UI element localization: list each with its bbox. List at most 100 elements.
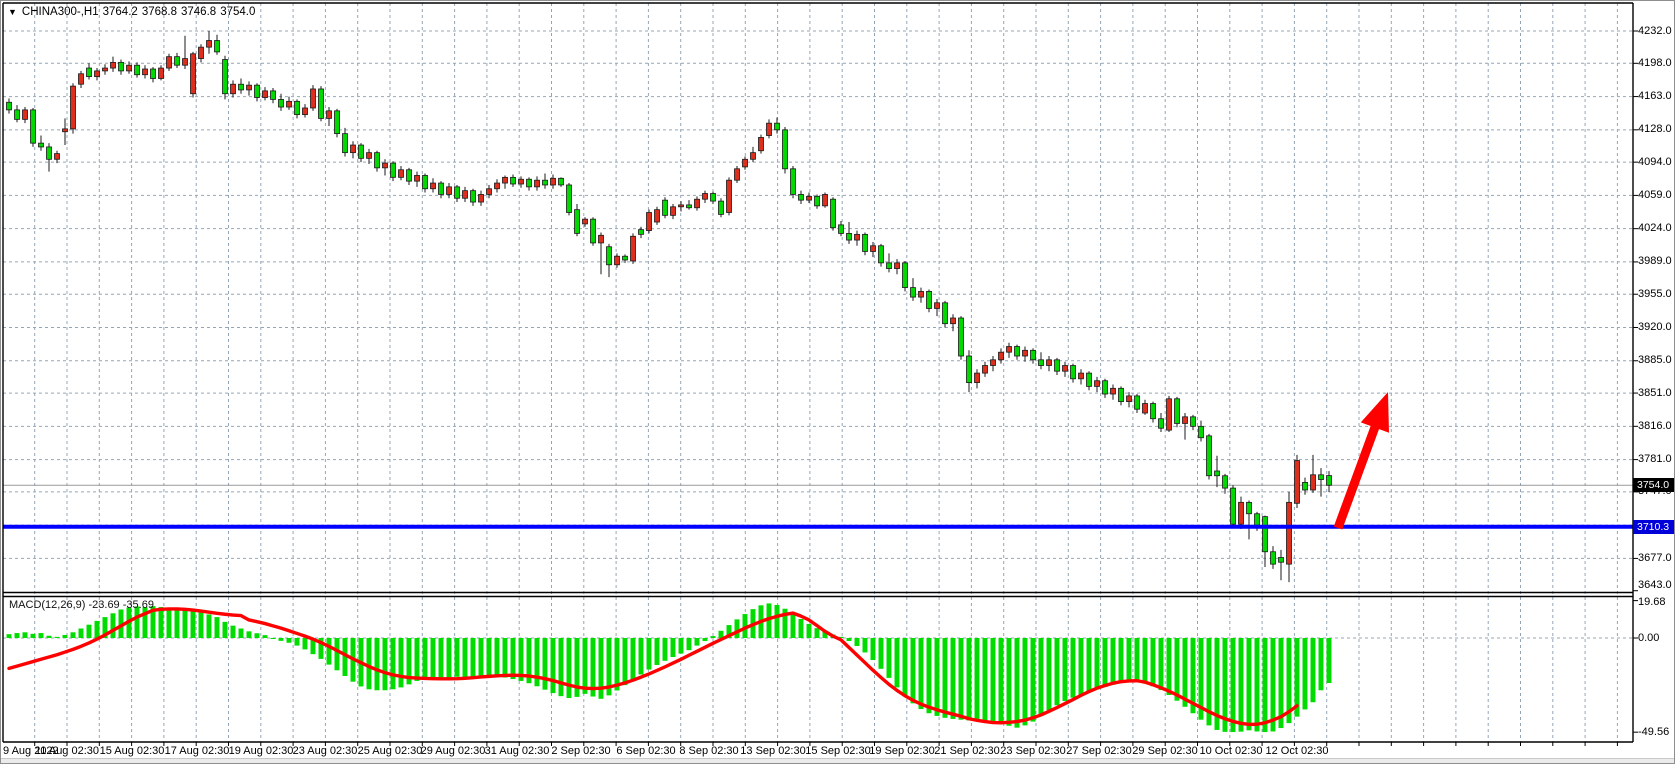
chart-title: ▼CHINA300-,H13764.23768.83746.83754.0 (8, 6, 259, 18)
bear-candle (959, 318, 964, 356)
bear-candle (151, 69, 156, 79)
macd-bar (615, 638, 620, 690)
macd-bar (1055, 638, 1060, 705)
bear-candle (1207, 436, 1212, 476)
macd-bar (1023, 638, 1028, 725)
macd-bar (463, 638, 468, 678)
macd-bar (503, 638, 508, 678)
symbol-period-label: CHINA300-,H1 (22, 6, 99, 18)
bear-candle (799, 194, 804, 200)
macd-bar (895, 638, 900, 687)
bear-candle (1159, 419, 1164, 429)
macd-bar (455, 638, 460, 677)
ohlc-close: 3754.0 (220, 6, 255, 18)
macd-bar (79, 629, 84, 639)
bull-candle (1295, 461, 1300, 504)
bear-candle (967, 356, 972, 383)
macd-bar (23, 632, 28, 638)
macd-bar (431, 638, 436, 678)
bear-candle (39, 143, 44, 147)
bear-candle (1087, 373, 1092, 386)
bull-candle (79, 74, 84, 84)
macd-bar (559, 638, 564, 696)
macd-bar (775, 605, 780, 638)
bear-candle (215, 41, 220, 52)
bull-candle (287, 101, 292, 107)
bull-candle (487, 189, 492, 195)
macd-bar (159, 607, 164, 638)
macd-bar (543, 638, 548, 690)
macd-bar (791, 614, 796, 638)
bear-candle (423, 175, 428, 188)
macd-bar (967, 638, 972, 720)
macd-bar (15, 633, 20, 638)
macd-bar (1079, 638, 1084, 695)
bear-candle (511, 177, 516, 184)
bear-candle (1215, 471, 1220, 476)
macd-bar (167, 608, 172, 638)
mt4-chart-window: ▼CHINA300-,H13764.23768.83746.83754.0 MA… (0, 0, 1675, 764)
macd-bar (815, 628, 820, 638)
macd-bar (871, 638, 876, 660)
bear-candle (1191, 417, 1196, 427)
symbol-dropdown-icon[interactable]: ▼ (8, 7, 17, 17)
bear-candle (391, 163, 396, 177)
bear-candle (1199, 426, 1204, 437)
chart-canvas[interactable] (1, 1, 1675, 764)
bear-candle (719, 201, 724, 214)
macd-bar (687, 638, 692, 650)
trend-arrow[interactable] (1338, 392, 1389, 528)
macd-bar (55, 637, 60, 638)
bear-candle (255, 85, 260, 97)
bull-candle (655, 210, 660, 222)
macd-bar (959, 638, 964, 720)
macd-bar (63, 635, 68, 638)
macd-bar (623, 638, 628, 685)
bear-candle (903, 263, 908, 288)
bear-candle (295, 101, 300, 114)
bear-candle (1319, 475, 1324, 480)
macd-bar (1063, 638, 1068, 701)
macd-bar (991, 638, 996, 722)
macd-bar (1015, 638, 1020, 728)
bear-candle (847, 233, 852, 240)
macd-bar (1175, 638, 1180, 701)
bear-candle (1031, 350, 1036, 360)
macd-bar (415, 638, 420, 681)
bear-candle (335, 111, 340, 134)
macd-bar (847, 638, 852, 641)
bull-candle (1007, 346, 1012, 352)
bear-candle (15, 110, 20, 120)
bear-candle (439, 183, 444, 194)
bull-candle (727, 180, 732, 212)
bear-candle (87, 68, 92, 77)
macd-bar (495, 638, 500, 676)
macd-bar (1143, 638, 1148, 684)
macd-bar (975, 638, 980, 720)
bull-candle (807, 196, 812, 200)
bear-candle (1055, 360, 1060, 371)
macd-signal-value: -35.69 (123, 599, 154, 611)
bull-candle (751, 153, 756, 160)
macd-bar (855, 638, 860, 646)
ohlc-low: 3746.8 (181, 6, 216, 18)
bull-candle (111, 62, 116, 68)
macd-bar (887, 638, 892, 678)
bear-candle (175, 57, 180, 66)
macd-bar (215, 617, 220, 638)
macd-bar (1039, 638, 1044, 716)
bull-candle (1311, 475, 1316, 490)
bear-candle (1247, 502, 1252, 513)
bear-candle (591, 219, 596, 243)
macd-bar (999, 638, 1004, 724)
macd-bar (1087, 638, 1092, 692)
bear-candle (791, 169, 796, 195)
bull-candle (367, 153, 372, 159)
bear-candle (1327, 476, 1332, 486)
support-line-price-badge: 3710.3 (1633, 520, 1675, 534)
bull-candle (583, 219, 588, 224)
bull-candle (1239, 502, 1244, 524)
bull-candle (103, 68, 108, 71)
macd-bar (1255, 638, 1260, 731)
bear-candle (279, 99, 284, 107)
